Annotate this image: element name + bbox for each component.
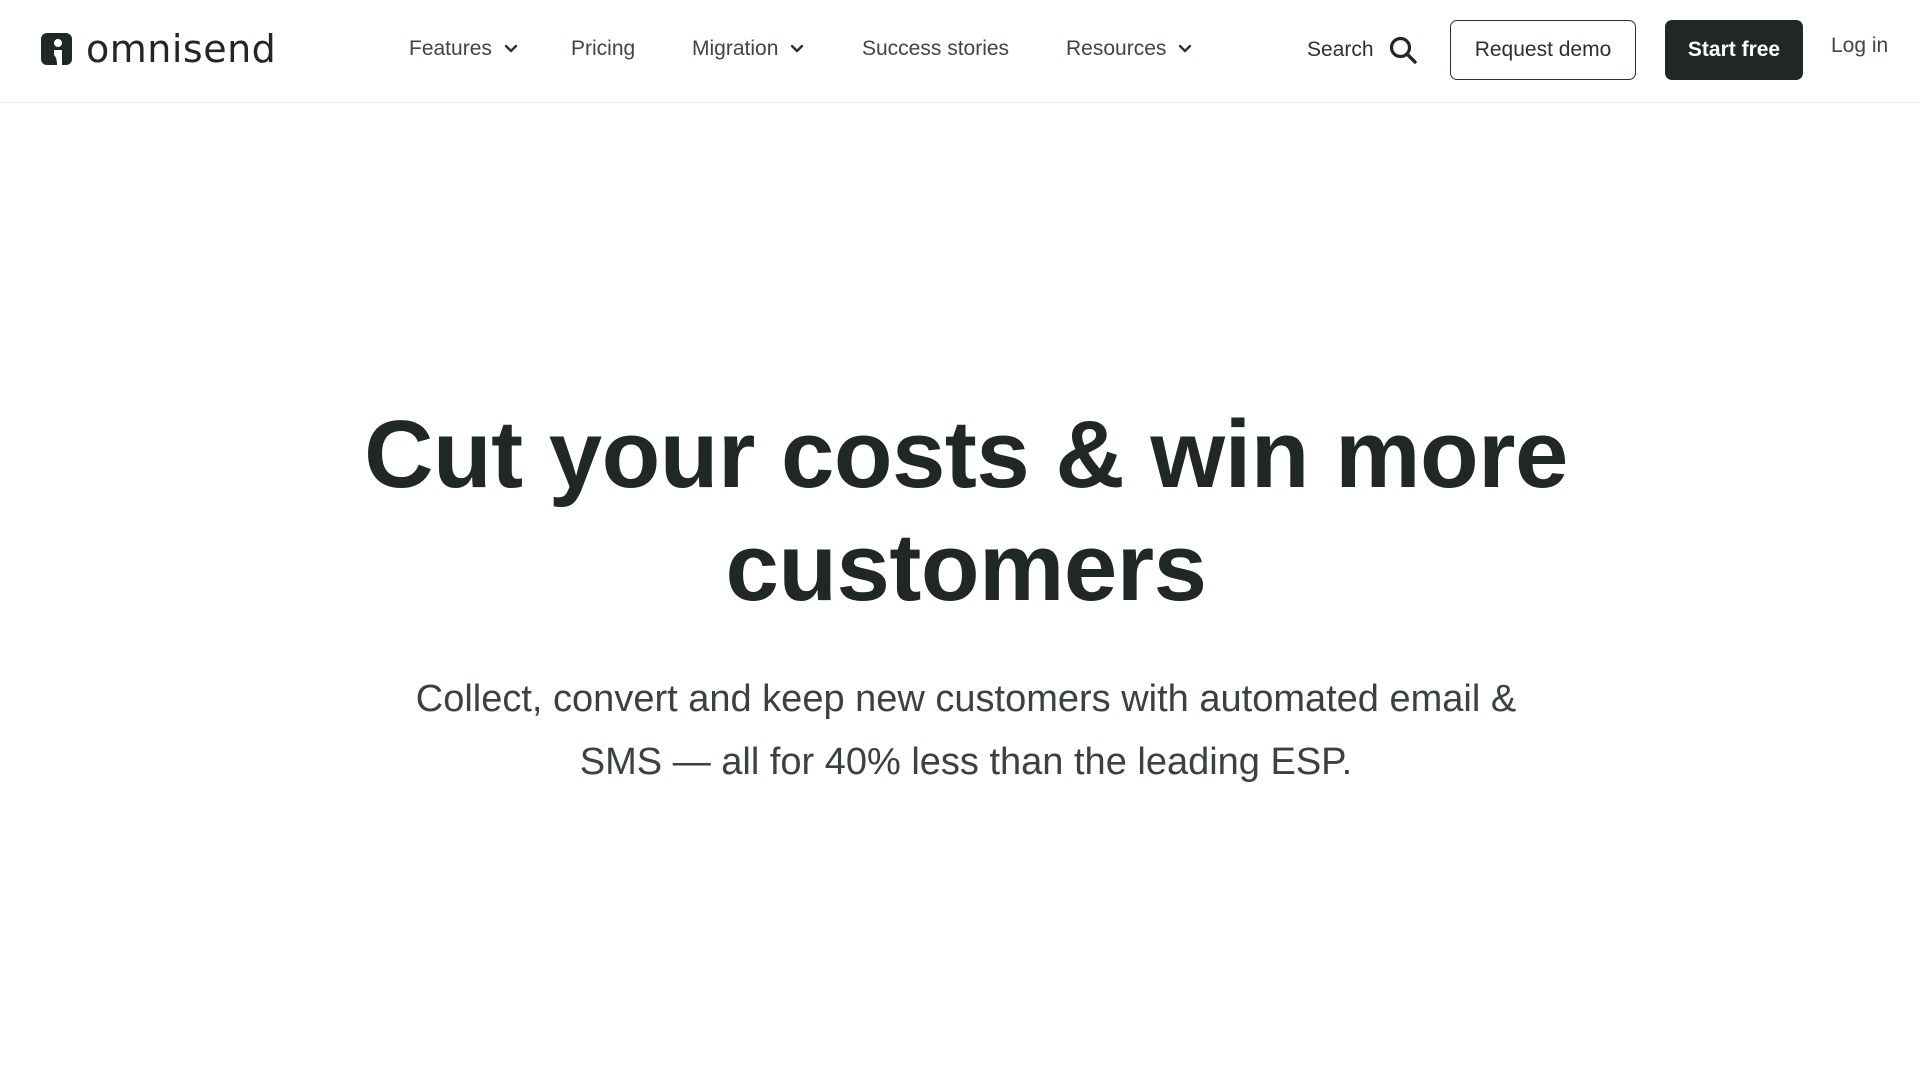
chevron-down-icon — [504, 44, 518, 53]
hero-title: Cut your costs & win more customers — [0, 398, 1920, 624]
hero-title-line: Cut your costs & win more — [364, 401, 1568, 508]
brand-name: omnisend — [86, 27, 277, 71]
brand-logo[interactable]: omnisend — [41, 29, 276, 69]
search-icon — [1389, 36, 1417, 64]
nav-item-success-stories[interactable]: Success stories — [862, 34, 1009, 64]
nav-item-features[interactable]: Features — [409, 34, 518, 64]
hero-subtitle: Collect, convert and keep new customers … — [0, 668, 1920, 794]
chevron-down-icon — [1179, 44, 1192, 53]
hero-subtitle-line: SMS — all for 40% less than the leading … — [579, 741, 1353, 783]
nav-item-label: Pricing — [571, 37, 636, 60]
start-free-button[interactable]: Start free — [1665, 20, 1803, 80]
login-link[interactable]: Log in — [1831, 34, 1888, 58]
hero-subtitle-line: Collect, convert and keep new customers … — [415, 678, 1517, 720]
nav-item-pricing[interactable]: Pricing — [571, 34, 635, 64]
top-navigation: omnisend Features Pricing Migration Succ… — [0, 0, 1920, 103]
nav-item-migration[interactable]: Migration — [692, 34, 804, 64]
nav-item-label: Resources — [1066, 37, 1167, 60]
hero-title-line: customers — [725, 514, 1207, 621]
nav-item-label: Migration — [692, 37, 779, 60]
nav-item-label: Features — [409, 37, 492, 60]
request-demo-button[interactable]: Request demo — [1450, 20, 1636, 80]
omnisend-logo-icon — [41, 33, 72, 65]
search-label: Search — [1307, 38, 1374, 61]
nav-item-resources[interactable]: Resources — [1066, 34, 1192, 64]
search-button[interactable]: Search — [1307, 33, 1418, 67]
chevron-down-icon — [791, 44, 804, 53]
nav-item-label: Success stories — [862, 37, 1010, 60]
